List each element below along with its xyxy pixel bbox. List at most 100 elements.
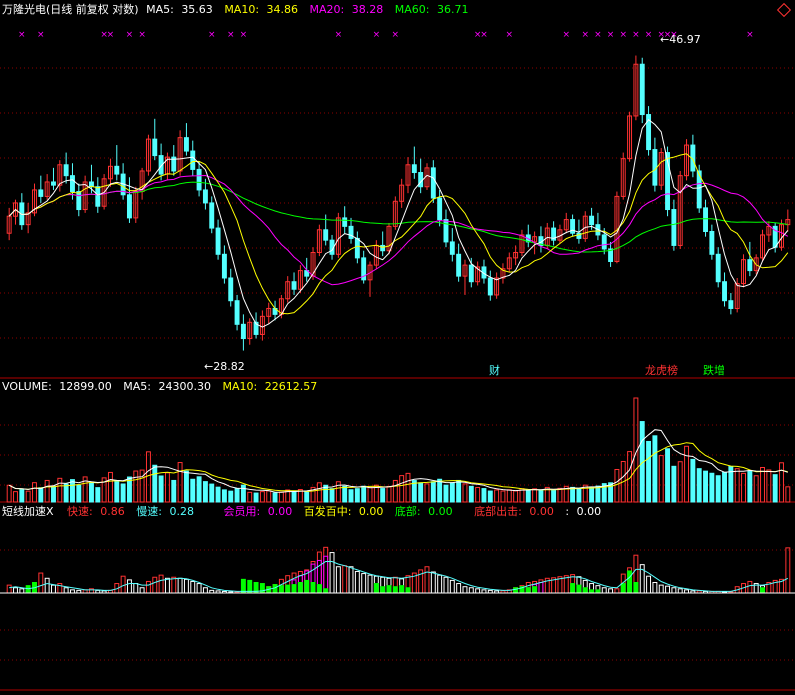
fast-bar bbox=[133, 583, 139, 594]
fast-bar bbox=[158, 574, 164, 594]
candle-body bbox=[601, 234, 607, 250]
event-tag-finance[interactable]: 财 bbox=[489, 364, 500, 377]
ma10-label: MA10: bbox=[224, 3, 260, 16]
volume-bar bbox=[304, 490, 310, 503]
candle-body bbox=[342, 217, 348, 227]
signal-marker: × bbox=[138, 30, 146, 40]
fast-bar bbox=[468, 587, 474, 594]
volume-bar bbox=[342, 485, 348, 503]
volume-label: VOLUME: bbox=[2, 380, 52, 393]
volume-bar bbox=[551, 489, 557, 503]
candle-body bbox=[51, 181, 56, 186]
bottom-bar bbox=[373, 583, 379, 594]
chart-canvas[interactable]: × × ×× × × × × × × × × ×× × × × × × × × × ××× × bbox=[0, 0, 795, 695]
volume-bar bbox=[367, 487, 373, 503]
slow-line bbox=[9, 561, 789, 592]
volume-bar bbox=[715, 475, 721, 503]
volume-bar bbox=[525, 489, 531, 503]
event-tag-lift[interactable]: 跌增 bbox=[703, 364, 725, 377]
fast-bar bbox=[126, 579, 132, 594]
candle-body bbox=[589, 215, 595, 226]
bottom-bar bbox=[291, 584, 297, 594]
event-tag-dragon-tiger[interactable]: 龙虎榜 bbox=[645, 364, 678, 377]
fast-bar bbox=[665, 585, 671, 594]
ma5-value: 35.63 bbox=[181, 3, 213, 16]
volume-bar bbox=[475, 487, 481, 503]
volume-bar bbox=[348, 489, 354, 503]
bottom-bar bbox=[386, 585, 392, 594]
signal-marker: × bbox=[562, 30, 570, 40]
candle-body bbox=[728, 300, 734, 309]
volume-bar bbox=[95, 487, 101, 503]
fast-bar bbox=[342, 565, 348, 594]
volume-bar bbox=[779, 462, 784, 503]
bottom-bar bbox=[525, 587, 531, 594]
volume-bar bbox=[658, 455, 664, 503]
candle-body bbox=[38, 189, 44, 197]
volume-bar bbox=[253, 492, 259, 503]
bottom-bar bbox=[576, 584, 582, 594]
bottom-out-label: 底部出击: bbox=[474, 505, 522, 518]
volume-bar bbox=[221, 489, 227, 503]
fast-bar bbox=[462, 586, 468, 594]
candle-body bbox=[715, 253, 721, 283]
candle-body bbox=[652, 149, 658, 186]
volume-bar bbox=[462, 483, 468, 503]
volume-bar bbox=[595, 485, 601, 503]
volume-bar bbox=[772, 474, 778, 503]
candle-body bbox=[703, 207, 708, 233]
volume-panel-header: VOLUME: 12899.00 MA5: 24300.30 MA10: 226… bbox=[2, 380, 325, 394]
fast-bar bbox=[171, 576, 177, 594]
volume-bar bbox=[133, 470, 139, 503]
volume-bar bbox=[380, 488, 386, 503]
bottom-bar bbox=[316, 584, 322, 594]
volume-bar bbox=[76, 484, 82, 503]
volume-bar bbox=[164, 472, 170, 503]
volume-bar bbox=[32, 482, 37, 503]
fast-bar bbox=[323, 546, 329, 594]
candle-body bbox=[63, 164, 69, 177]
ma20-label: MA20: bbox=[309, 3, 345, 16]
candle-body bbox=[722, 281, 727, 302]
volume-bar bbox=[386, 485, 392, 503]
volume-bar bbox=[430, 481, 436, 503]
fast-bar bbox=[430, 571, 436, 594]
volume-bar bbox=[684, 445, 690, 503]
signal-marker: × bbox=[645, 30, 653, 40]
bottom-bar bbox=[627, 570, 633, 594]
volume-bar bbox=[158, 475, 164, 503]
volume-bar bbox=[500, 490, 506, 503]
fast-bar bbox=[677, 588, 683, 594]
volume-bar bbox=[63, 483, 69, 503]
fast-bar bbox=[145, 580, 151, 594]
fast-bar bbox=[202, 587, 208, 594]
volume-bar bbox=[437, 478, 443, 503]
signal-marker: × bbox=[607, 30, 615, 40]
fast-bar bbox=[13, 587, 18, 594]
volume-bar bbox=[405, 472, 411, 503]
volume-bar bbox=[329, 488, 335, 503]
candle-body bbox=[418, 172, 424, 188]
candle-body bbox=[468, 264, 474, 283]
bottom-bar bbox=[380, 586, 386, 594]
candle-body bbox=[671, 209, 677, 246]
volume-bar bbox=[392, 479, 398, 503]
volume-bar bbox=[766, 469, 772, 503]
volume-bar bbox=[215, 486, 221, 503]
volume-bar bbox=[196, 476, 202, 503]
volume-bar bbox=[418, 482, 424, 503]
bottom-bar bbox=[297, 582, 303, 594]
stock-chart-window: × × × × × × × × × × × × × × × × × × × × × × × × × × 万隆光电(日线 前复权 对… bbox=[0, 0, 795, 695]
signal-marker: × bbox=[37, 30, 45, 40]
chart-mode: (日线 前复权 对数) bbox=[46, 3, 139, 16]
volume-bar bbox=[19, 489, 25, 503]
fast-bar bbox=[449, 579, 455, 594]
member-label: 会员用: bbox=[223, 505, 261, 518]
volume-bar bbox=[120, 483, 126, 503]
volume-bar bbox=[228, 490, 234, 503]
volume-bar bbox=[114, 481, 120, 503]
volume-bar bbox=[70, 479, 75, 503]
candle-body bbox=[449, 241, 455, 255]
volume-bar bbox=[316, 482, 322, 503]
volume-bar bbox=[291, 491, 297, 503]
